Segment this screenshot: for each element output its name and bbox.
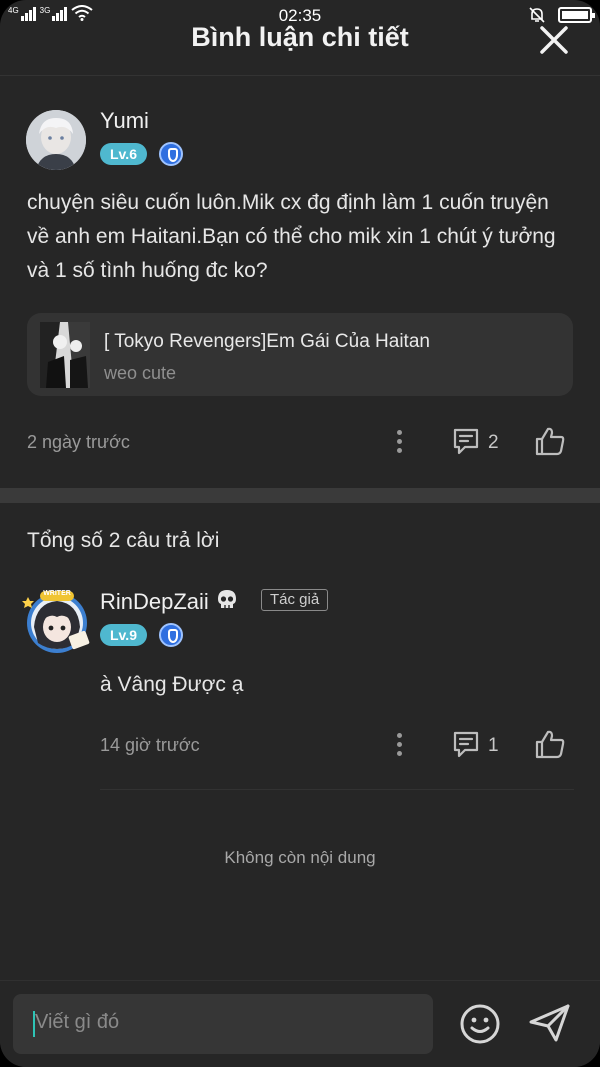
story-cover-image: [40, 322, 90, 388]
page-title: Bình luận chi tiết: [191, 22, 409, 52]
story-title: [ Tokyo Revengers]Em Gái Của Haitan: [104, 331, 430, 352]
verified-badge-icon: [159, 623, 183, 647]
reply-count: 1: [488, 735, 499, 756]
reply-icon[interactable]: [451, 729, 481, 759]
comment-time: 2 ngày trước: [27, 432, 130, 452]
avatar-frame-label: WRITER: [43, 590, 71, 597]
reply-icon[interactable]: [451, 426, 481, 456]
comment-input[interactable]: Viết gì đó: [13, 994, 433, 1054]
level-badge: Lv.6: [100, 143, 147, 165]
reply-text: à Vâng Được ạ: [100, 673, 244, 696]
avatar-image: [26, 110, 86, 170]
story-subtitle: weo cute: [104, 363, 177, 383]
emoji-icon[interactable]: [459, 1003, 501, 1045]
comment-input-placeholder: Viết gì đó: [35, 1011, 120, 1033]
reply-avatar[interactable]: WRITER: [22, 587, 92, 655]
composer-bar: Viết gì đó: [0, 980, 600, 1067]
comment-username[interactable]: Yumi: [100, 108, 149, 134]
end-of-content: Không còn nội dung: [224, 848, 376, 867]
reply-count: 2: [488, 432, 499, 453]
send-icon[interactable]: [528, 1003, 572, 1043]
replies-count-header: Tổng số 2 câu trả lời: [27, 529, 220, 552]
reply-username[interactable]: RinDepZaii: [100, 588, 239, 615]
level-badge: Lv.9: [100, 624, 147, 646]
avatar-frame-image: [22, 591, 90, 653]
author-tag: Tác giả: [261, 589, 329, 611]
like-icon[interactable]: [534, 728, 566, 760]
reply-time: 14 giờ trước: [100, 735, 200, 755]
avatar[interactable]: [26, 110, 86, 170]
section-divider: [0, 488, 600, 503]
header: Bình luận chi tiết: [0, 0, 600, 76]
more-options-icon[interactable]: [395, 430, 403, 456]
skull-icon: [217, 590, 236, 608]
comment-text: chuyện siêu cuốn luôn.Mik cx đg định làm…: [27, 191, 556, 282]
separator: [100, 789, 574, 790]
close-icon[interactable]: [538, 24, 570, 56]
reply-username-text: RinDepZaii: [100, 589, 209, 614]
story-card[interactable]: [ Tokyo Revengers]Em Gái Của Haitan weo …: [27, 313, 573, 396]
verified-badge-icon: [159, 142, 183, 166]
screen: 4G 3G 02:35 Bình luận chi tiết Yumi Lv.6…: [0, 0, 600, 1067]
like-icon[interactable]: [534, 425, 566, 457]
more-options-icon[interactable]: [395, 733, 403, 759]
